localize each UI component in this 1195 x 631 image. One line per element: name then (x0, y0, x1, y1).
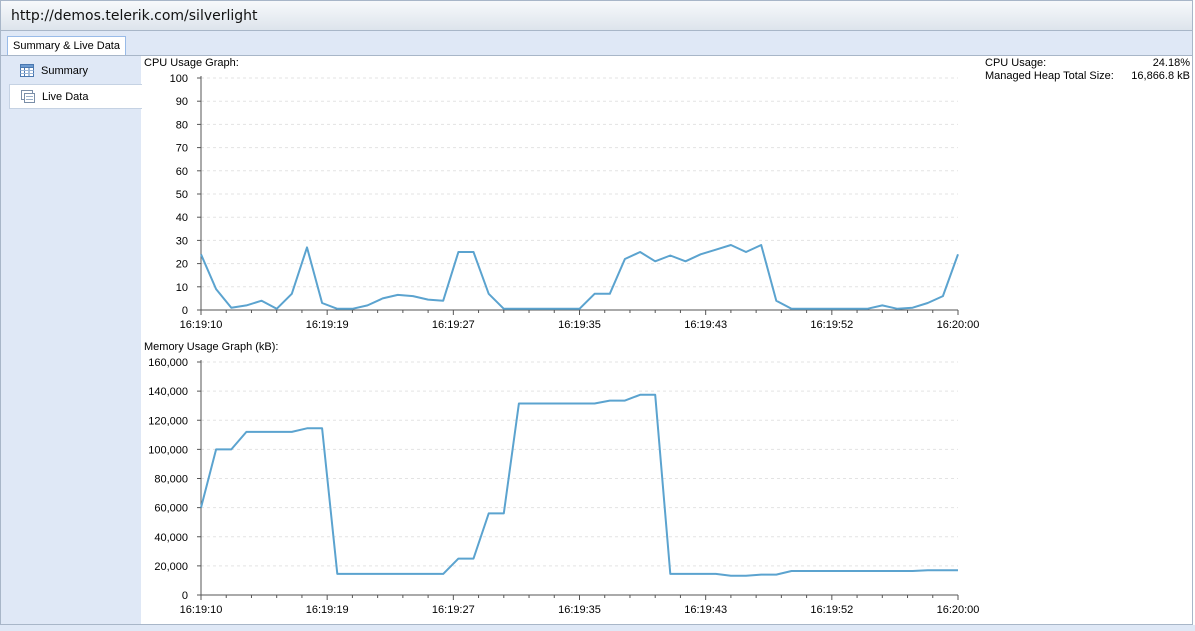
memory-y-tick-label: 0 (182, 590, 188, 602)
stat-value: 24.18% (1152, 57, 1190, 69)
cpu-x-tick-label: 16:20:00 (937, 319, 980, 331)
memory-x-tick-label: 16:19:27 (432, 604, 475, 616)
memory-x-tick-label: 16:19:10 (180, 604, 223, 616)
memory-y-tick-label: 20,000 (154, 561, 188, 573)
cpu-y-tick-label: 100 (170, 73, 188, 85)
cpu-y-tick-label: 0 (182, 305, 188, 317)
live-data-icon (21, 90, 35, 103)
stat-label: CPU Usage: (985, 57, 1047, 69)
sidebar-item-label: Summary (41, 65, 89, 77)
memory-y-tick-label: 40,000 (154, 532, 188, 544)
memory-y-tick-label: 60,000 (154, 503, 188, 515)
cpu-y-tick-label: 40 (176, 212, 188, 224)
memory-chart: 0 20,000 40,000 60,000 80,000 100,000 120,000 1… (148, 357, 979, 616)
stat-label: Managed Heap Total Size: (985, 70, 1114, 82)
cpu-y-tick-label: 80 (176, 119, 188, 131)
cpu-y-tick-label: 10 (176, 282, 188, 294)
cpu-x-tick-label: 16:19:10 (180, 319, 223, 331)
cpu-x-tick-label: 16:19:35 (558, 319, 601, 331)
cpu-y-tick-label: 50 (176, 189, 188, 201)
cpu-y-tick-label: 20 (176, 259, 188, 271)
cpu-chart: 0 10 20 30 40 50 60 70 80 90 100 16:19:10 16:19:19 16… (170, 73, 980, 331)
cpu-x-tick-label: 16:19:27 (432, 319, 475, 331)
sidebar: Summary Live Data (1, 56, 142, 624)
window-url: http://demos.telerik.com/silverlight (11, 8, 258, 24)
memory-x-tick-label: 16:20:00 (937, 604, 980, 616)
memory-y-tick-label: 100,000 (148, 444, 188, 456)
window-titlebar: http://demos.telerik.com/silverlight (0, 0, 1193, 31)
memory-x-tick-label: 16:19:35 (558, 604, 601, 616)
cpu-y-tick-label: 60 (176, 166, 188, 178)
stat-cpu-usage: CPU Usage: 24.18% (985, 57, 1190, 70)
cpu-x-tick-label: 16:19:43 (684, 319, 727, 331)
sidebar-item-live-data[interactable]: Live Data (9, 84, 142, 109)
memory-x-tick-label: 16:19:19 (306, 604, 349, 616)
cpu-y-tick-label: 70 (176, 143, 188, 155)
cpu-x-tick-label: 16:19:19 (306, 319, 349, 331)
charts-canvas: 0 10 20 30 40 50 60 70 80 90 100 16:19:10 16:19:19 16… (148, 73, 980, 616)
cpu-y-tick-label: 90 (176, 96, 188, 108)
memory-y-tick-label: 80,000 (154, 474, 188, 486)
table-icon (20, 64, 34, 77)
memory-x-tick-label: 16:19:52 (810, 604, 853, 616)
memory-y-tick-label: 140,000 (148, 386, 188, 398)
cpu-series-line (200, 244, 959, 310)
tab-strip: Summary & Live Data (0, 31, 1193, 56)
sidebar-item-label: Live Data (42, 91, 89, 103)
stat-value: 16,866.8 kB (1131, 70, 1190, 82)
sidebar-item-summary[interactable]: Summary (9, 59, 142, 84)
main-content: CPU Usage Graph: Memory Usage Graph (kB)… (141, 56, 1192, 624)
tab-summary-live-data[interactable]: Summary & Live Data (7, 36, 126, 56)
stat-heap-size: Managed Heap Total Size: 16,866.8 kB (985, 70, 1190, 83)
cpu-x-tick-label: 16:19:52 (810, 319, 853, 331)
memory-series-line (200, 393, 958, 577)
cpu-y-tick-label: 30 (176, 235, 188, 247)
bottom-bar (0, 625, 1195, 631)
stats-panel: CPU Usage: 24.18% Managed Heap Total Siz… (985, 57, 1190, 83)
memory-y-tick-label: 160,000 (148, 357, 188, 369)
memory-x-tick-label: 16:19:43 (684, 604, 727, 616)
memory-y-tick-label: 120,000 (148, 415, 188, 427)
